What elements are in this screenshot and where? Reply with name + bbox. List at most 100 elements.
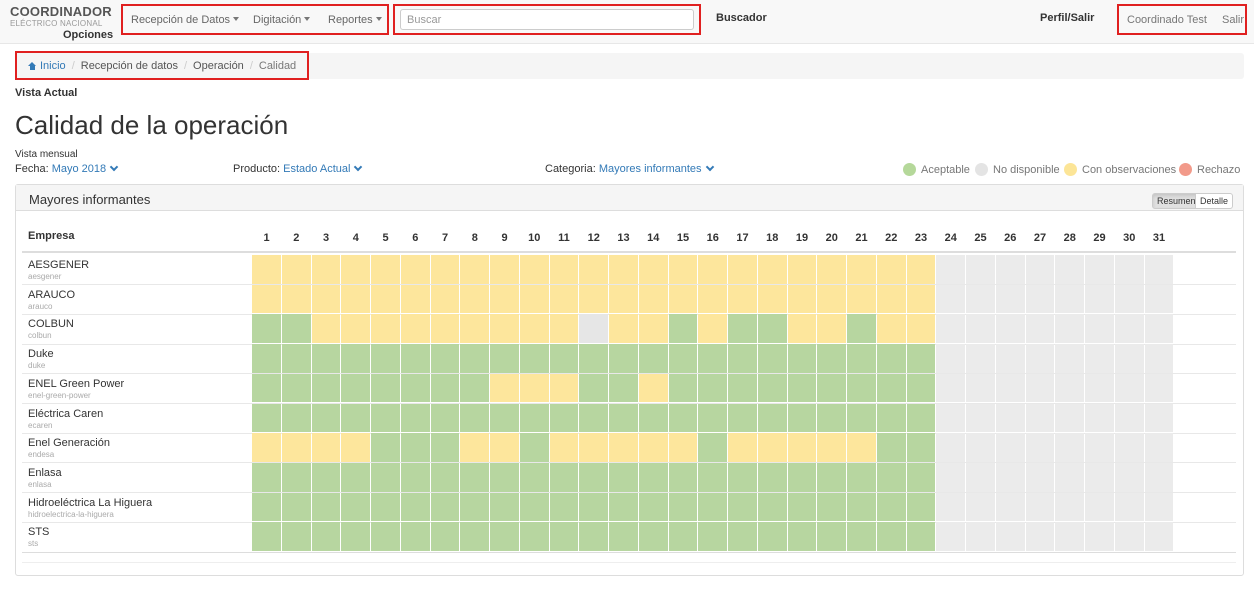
status-cell[interactable] — [787, 462, 817, 492]
status-cell[interactable] — [609, 284, 638, 314]
nav-digitacion[interactable]: Digitación — [253, 14, 311, 26]
status-cell[interactable] — [460, 433, 489, 462]
status-cell[interactable] — [252, 314, 281, 344]
breadcrumb-item[interactable]: Operación — [193, 60, 244, 72]
status-cell[interactable] — [698, 373, 727, 403]
status-cell[interactable] — [460, 373, 489, 403]
status-cell[interactable] — [579, 255, 608, 284]
status-cell[interactable] — [519, 433, 549, 462]
status-cell[interactable] — [817, 373, 846, 403]
status-cell[interactable] — [787, 284, 817, 314]
status-cell[interactable] — [668, 492, 698, 522]
status-cell[interactable] — [311, 462, 341, 492]
status-cell[interactable] — [371, 344, 400, 373]
status-cell[interactable] — [281, 373, 311, 403]
status-cell[interactable] — [728, 373, 757, 403]
status-cell[interactable] — [876, 492, 906, 522]
status-cell[interactable] — [698, 522, 727, 551]
status-cell[interactable] — [549, 433, 579, 462]
status-cell[interactable] — [371, 255, 400, 284]
status-cell[interactable] — [906, 522, 936, 551]
status-cell[interactable] — [519, 403, 549, 433]
status-cell[interactable] — [757, 522, 787, 551]
status-cell[interactable] — [400, 492, 430, 522]
status-cell[interactable] — [311, 522, 341, 551]
status-cell[interactable] — [460, 462, 489, 492]
status-cell[interactable] — [252, 403, 281, 433]
search-input[interactable] — [400, 9, 694, 30]
status-cell[interactable] — [400, 344, 430, 373]
status-cell[interactable] — [341, 314, 370, 344]
status-cell[interactable] — [400, 373, 430, 403]
status-cell[interactable] — [549, 522, 579, 551]
status-cell[interactable] — [668, 314, 698, 344]
status-cell[interactable] — [490, 403, 519, 433]
status-cell[interactable] — [281, 344, 311, 373]
status-cell[interactable] — [341, 433, 370, 462]
status-cell[interactable] — [549, 403, 579, 433]
status-cell[interactable] — [906, 433, 936, 462]
status-cell[interactable] — [817, 403, 846, 433]
status-cell[interactable] — [757, 403, 787, 433]
status-cell[interactable] — [817, 433, 846, 462]
status-cell[interactable] — [371, 284, 400, 314]
status-cell[interactable] — [817, 314, 846, 344]
breadcrumb-home[interactable]: Inicio — [28, 60, 66, 72]
status-cell[interactable] — [490, 373, 519, 403]
status-cell[interactable] — [728, 433, 757, 462]
status-cell[interactable] — [371, 492, 400, 522]
status-cell[interactable] — [728, 522, 757, 551]
status-cell[interactable] — [400, 462, 430, 492]
status-cell[interactable] — [668, 462, 698, 492]
status-cell[interactable] — [549, 255, 579, 284]
status-cell[interactable] — [579, 284, 608, 314]
resumen-button[interactable]: Resumen — [1152, 193, 1201, 209]
status-cell[interactable] — [579, 492, 608, 522]
status-cell[interactable] — [668, 403, 698, 433]
brand-logo[interactable]: COORDINADOR ELÉCTRICO NACIONAL Opciones — [10, 4, 122, 42]
status-cell[interactable] — [400, 403, 430, 433]
status-cell[interactable] — [519, 462, 549, 492]
status-cell[interactable] — [609, 403, 638, 433]
status-cell[interactable] — [757, 373, 787, 403]
status-cell[interactable] — [847, 344, 876, 373]
status-cell[interactable] — [847, 255, 876, 284]
status-cell[interactable] — [490, 284, 519, 314]
status-cell[interactable] — [371, 314, 400, 344]
status-cell[interactable] — [460, 314, 489, 344]
producto-dropdown[interactable]: Estado Actual — [283, 162, 363, 175]
status-cell[interactable] — [371, 373, 400, 403]
status-cell[interactable] — [638, 462, 668, 492]
status-cell[interactable] — [252, 462, 281, 492]
status-cell[interactable] — [579, 373, 608, 403]
status-cell[interactable] — [430, 284, 460, 314]
status-cell[interactable] — [787, 255, 817, 284]
status-cell[interactable] — [906, 255, 936, 284]
status-cell[interactable] — [281, 255, 311, 284]
status-cell[interactable] — [847, 403, 876, 433]
status-cell[interactable] — [906, 462, 936, 492]
status-cell[interactable] — [519, 314, 549, 344]
status-cell[interactable] — [817, 462, 846, 492]
status-cell[interactable] — [430, 373, 460, 403]
status-cell[interactable] — [609, 314, 638, 344]
status-cell[interactable] — [281, 284, 311, 314]
status-cell[interactable] — [787, 492, 817, 522]
status-cell[interactable] — [638, 284, 668, 314]
status-cell[interactable] — [668, 433, 698, 462]
status-cell[interactable] — [847, 492, 876, 522]
categoria-dropdown[interactable]: Mayores informantes — [599, 162, 714, 175]
status-cell[interactable] — [519, 492, 549, 522]
status-cell[interactable] — [460, 492, 489, 522]
status-cell[interactable] — [460, 403, 489, 433]
options-label[interactable]: Opciones — [63, 29, 113, 41]
status-cell[interactable] — [757, 284, 787, 314]
status-cell[interactable] — [341, 344, 370, 373]
status-cell[interactable] — [668, 522, 698, 551]
status-cell[interactable] — [668, 255, 698, 284]
status-cell[interactable] — [787, 403, 817, 433]
status-cell[interactable] — [876, 255, 906, 284]
status-cell[interactable] — [847, 462, 876, 492]
status-cell[interactable] — [698, 492, 727, 522]
status-cell[interactable] — [817, 522, 846, 551]
